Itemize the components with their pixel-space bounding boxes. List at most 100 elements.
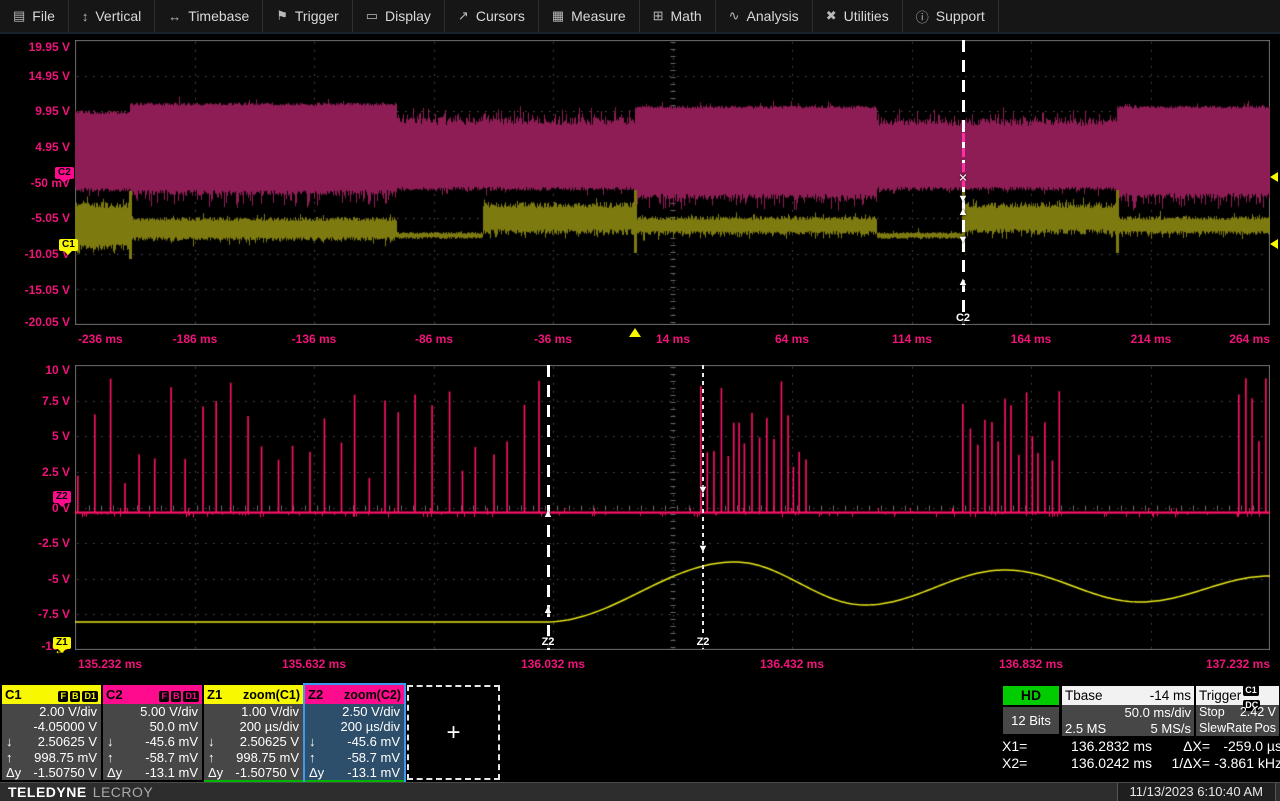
bottom-graph-x-label: 136.032 ms — [521, 657, 585, 671]
tools-icon: ✖ — [826, 8, 837, 24]
descriptor-header: Z1zoom(C1) — [204, 685, 303, 704]
menu-label-file: File — [32, 8, 55, 24]
descriptor-row: 200 µs/div — [204, 719, 303, 734]
cursor-trace-label: Z2 — [540, 636, 557, 648]
menu-item-trigger[interactable]: ⚑Trigger — [263, 0, 352, 32]
trigger-descriptor[interactable]: Trigger C1DC Stop 2.42 V SlewRate Pos — [1196, 686, 1279, 734]
top-graph-y-label: 14.95 V — [29, 69, 70, 83]
trigger-type: SlewRate — [1199, 721, 1253, 737]
descriptor-row: ↓2.50625 V — [2, 734, 101, 749]
cursor-line — [702, 365, 704, 650]
x1-label: X1= — [1002, 738, 1046, 755]
brand-logo: TELEDYNELECROY — [0, 784, 153, 800]
top-graph-y-label: -20.05 V — [25, 315, 70, 329]
menu-item-measure[interactable]: ▦Measure — [539, 0, 640, 32]
top-graph-y-label: 19.95 V — [29, 40, 70, 54]
file-icon: ▤ — [13, 8, 25, 24]
row-prefix: ↓ — [6, 734, 13, 749]
resolution-label: 12 Bits — [1003, 707, 1059, 734]
row-value: 998.75 mV — [34, 750, 97, 765]
trace-descriptor-c1[interactable]: C1FBD12.00 V/div-4.05000 V↓2.50625 V↑998… — [2, 685, 101, 780]
trace-id-label: Z2 — [308, 687, 323, 702]
trigger-level-lower-marker[interactable] — [1270, 239, 1278, 249]
row-prefix: Δy — [107, 765, 122, 780]
bottom-graph-y-label: -7.5 V — [38, 607, 70, 621]
trace-descriptor-c2[interactable]: C2FBD15.00 V/div50.0 mV↓-45.6 mV↑-58.7 m… — [103, 685, 202, 780]
menu-item-vertical[interactable]: ↕Vertical — [69, 0, 155, 32]
cursor-trace-label: C2 — [954, 312, 972, 324]
timebase-descriptor[interactable]: Tbase -14 ms 50.0 ms/div 2.5 MS 5 MS/s — [1062, 686, 1194, 734]
trace-flag-badges: FBD1 — [157, 687, 199, 702]
row-prefix: ↑ — [208, 750, 215, 765]
c1-level-badge[interactable]: C1 — [59, 239, 78, 251]
menu-item-math[interactable]: ⊞Math — [640, 0, 716, 32]
menu-item-file[interactable]: ▤ File — [0, 0, 69, 32]
cursor-arrow-marker: ▼ — [958, 234, 969, 246]
descriptor-header: Z2zoom(C2) — [305, 685, 404, 704]
row-value: -58.7 mV — [347, 750, 400, 765]
row-value: -13.1 mV — [347, 765, 400, 780]
descriptor-row: 50.0 mV — [103, 719, 202, 734]
menu-item-analysis[interactable]: ∿Analysis — [716, 0, 813, 32]
badge-pointer — [64, 251, 72, 259]
bottom-graph-y-label: -5 V — [48, 572, 70, 586]
z1-level-badge[interactable]: Z1 — [53, 637, 71, 649]
bottom-graph-y-label: 2.5 V — [42, 465, 70, 479]
menu-label-vertical: Vertical — [95, 8, 141, 24]
oscilloscope-screen: ▤File↕Vertical↔Timebase⚑Trigger▭Display↗… — [0, 0, 1280, 800]
top-graph-x-label: -86 ms — [415, 332, 453, 346]
clock[interactable]: 11/13/2023 6:10:40 AM — [1117, 783, 1276, 801]
descriptor-header: C1FBD1 — [2, 685, 101, 704]
descriptor-values: 2.00 V/div-4.05000 V↓2.50625 V↑998.75 mV… — [2, 704, 101, 780]
menu-item-display[interactable]: ▭Display — [353, 0, 445, 32]
row-value: -45.6 mV — [145, 734, 198, 749]
descriptor-row: ↓-45.6 mV — [103, 734, 202, 749]
cursor-arrow-marker: ▲ — [543, 508, 554, 520]
row-value: -13.1 mV — [145, 765, 198, 780]
top-graph-x-label: 214 ms — [1131, 332, 1172, 346]
inv-dx-value: -3.861 kHz — [1210, 755, 1280, 772]
top-graph-x-label: -236 ms — [78, 332, 123, 346]
top-graph-x-label: 264 ms — [1229, 332, 1270, 346]
zoom-cursor-1[interactable]: ▲▲Z2 — [547, 365, 550, 650]
top-graph-x-label: 164 ms — [1011, 332, 1052, 346]
add-trace-box[interactable]: + — [407, 685, 500, 780]
descriptor-row: -4.05000 V — [2, 719, 101, 734]
z2-level-badge[interactable]: Z2 — [53, 491, 71, 503]
trigger-slope: Pos — [1254, 721, 1276, 737]
trigger-time-marker[interactable] — [629, 328, 641, 337]
timebase-label: Tbase — [1065, 688, 1103, 703]
zoom-cursor-2[interactable]: ▼▼Z2 — [702, 365, 705, 650]
descriptor-row: ↑998.75 mV — [204, 750, 303, 765]
cursor-arrow-icon: ↗ — [458, 8, 469, 24]
descriptor-values: 2.50 V/div200 µs/div↓-45.6 mV↑-58.7 mVΔy… — [305, 704, 404, 780]
c2-level-badge[interactable]: C2 — [55, 167, 74, 179]
menu-label-support: Support — [936, 8, 985, 24]
hd-mode-badge[interactable]: HD — [1003, 686, 1059, 705]
trigger-level-upper-marker[interactable] — [1270, 172, 1278, 182]
row-value: 200 µs/div — [340, 719, 400, 734]
main-waveform-grid[interactable] — [75, 40, 1270, 325]
x1-value: 136.2832 ms — [1046, 738, 1152, 755]
top-graph-x-label: -186 ms — [173, 332, 218, 346]
menu-item-support[interactable]: ⓘSupport — [903, 0, 999, 32]
row-value: 5.00 V/div — [140, 704, 198, 719]
bottom-graph-x-label: 135.232 ms — [78, 657, 142, 671]
cursor-arrow-marker: ▼ — [698, 484, 709, 496]
row-value: 2.50 V/div — [342, 704, 400, 719]
zoom-waveform-grid[interactable] — [75, 365, 1270, 650]
descriptor-row: Δy-1.50750 V — [2, 765, 101, 780]
cursor-readout: X1= 136.2832 ms ΔX= -259.0 µs X2= 136.02… — [1002, 738, 1280, 772]
trace-descriptor-z2[interactable]: Z2zoom(C2)2.50 V/div200 µs/div↓-45.6 mV↑… — [305, 685, 404, 780]
row-prefix: ↓ — [208, 734, 215, 749]
dx-value: -259.0 µs — [1210, 738, 1280, 755]
trace-descriptor-z1[interactable]: Z1zoom(C1)1.00 V/div200 µs/div↓2.50625 V… — [204, 685, 303, 780]
menu-item-cursors[interactable]: ↗Cursors — [445, 0, 539, 32]
menu-label-display: Display — [385, 8, 431, 24]
menu-item-utilities[interactable]: ✖Utilities — [813, 0, 903, 32]
menu-item-timebase[interactable]: ↔Timebase — [155, 0, 263, 32]
bottom-graph-x-label: 136.432 ms — [760, 657, 824, 671]
descriptor-row: Δy -13.1 mV — [103, 765, 202, 780]
top-cursor[interactable]: ✕▼▲▼▲C2 — [962, 40, 965, 325]
descriptor-row: ↑-58.7 mV — [305, 750, 404, 765]
